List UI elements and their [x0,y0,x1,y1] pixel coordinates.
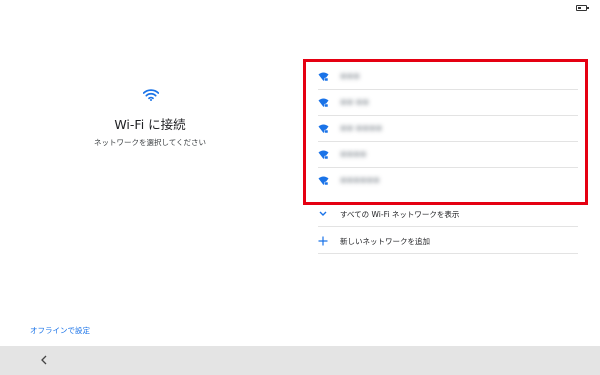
network-name: ■■-■■ [340,98,369,106]
chevron-down-icon [319,211,327,216]
network-item[interactable]: ■■-■■■■ [318,116,578,142]
network-item[interactable]: ■■■ [318,64,578,90]
network-name: ■■-■■■■ [340,124,383,132]
network-item[interactable]: ■■■■■■ [318,168,578,194]
network-item[interactable]: ■■-■■ [318,90,578,116]
network-item[interactable]: ■■■■ [318,142,578,168]
network-name: ■■■■■■ [340,176,380,184]
network-name: ■■■■ [340,150,367,158]
wifi-icon [143,89,159,101]
wifi-lock-icon [318,150,329,160]
add-network-button[interactable]: 新しいネットワークを追加 [318,228,578,254]
battery-level [578,7,581,9]
offline-setup-link[interactable]: オフラインで設定 [30,325,90,336]
wifi-lock-icon [318,72,329,82]
wifi-lock-icon [318,176,329,186]
show-all-networks-label: すべての Wi-Fi ネットワークを表示 [340,210,460,219]
network-name: ■■■ [340,72,360,80]
battery-icon [576,5,589,11]
wifi-lock-icon [318,98,329,108]
wifi-lock-icon [318,124,329,134]
page-subtitle: ネットワークを選択してください [93,138,207,147]
show-all-networks-button[interactable]: すべての Wi-Fi ネットワークを表示 [318,201,578,227]
plus-icon [318,236,328,246]
chevron-left-icon[interactable] [37,353,51,367]
status-bar [0,0,600,18]
add-network-label: 新しいネットワークを追加 [340,237,430,246]
page-title: Wi-Fi に接続 [114,117,186,132]
network-list: ■■■ ■■-■■ ■■-■■■■ ■■■■ ■■■■■■ [318,64,578,194]
navigation-bar [0,346,600,375]
